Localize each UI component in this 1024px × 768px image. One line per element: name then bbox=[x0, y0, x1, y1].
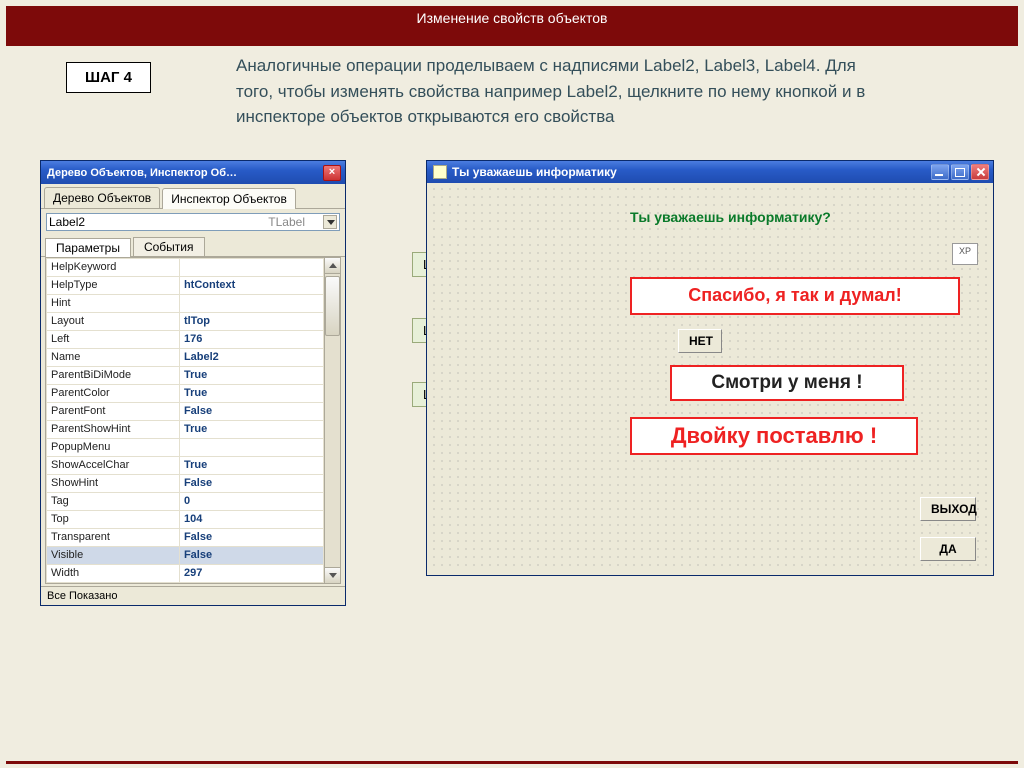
property-row[interactable]: HelpTypehtContext bbox=[47, 276, 324, 294]
form-titlebar[interactable]: Ты уважаешь информатику bbox=[427, 161, 993, 183]
property-value[interactable] bbox=[179, 258, 323, 276]
object-dropdown[interactable]: Label2 TLabel bbox=[46, 213, 340, 231]
form-designer-window: Ты уважаешь информатику Ты уважаешь инфо… bbox=[426, 160, 994, 576]
property-row[interactable]: ShowHintFalse bbox=[47, 474, 324, 492]
exit-button[interactable]: ВЫХОД bbox=[920, 497, 976, 521]
property-name: ParentColor bbox=[47, 384, 180, 402]
label4-two[interactable]: Двойку поставлю ! bbox=[630, 417, 918, 455]
inspector-status: Все Показано bbox=[41, 586, 345, 605]
property-row[interactable]: VisibleFalse bbox=[47, 546, 324, 564]
tab-parameters[interactable]: Параметры bbox=[45, 238, 131, 257]
property-value[interactable] bbox=[179, 438, 323, 456]
form-canvas[interactable]: Ты уважаешь информатику? XP Спасибо, я т… bbox=[430, 185, 990, 572]
scrollbar[interactable] bbox=[325, 257, 341, 584]
property-row[interactable]: ParentColorTrue bbox=[47, 384, 324, 402]
property-value[interactable]: tlTop bbox=[179, 312, 323, 330]
property-row[interactable]: Top104 bbox=[47, 510, 324, 528]
property-value[interactable]: 104 bbox=[179, 510, 323, 528]
property-name: ShowAccelChar bbox=[47, 456, 180, 474]
property-name: Hint bbox=[47, 294, 180, 312]
tab-object-inspector[interactable]: Инспектор Объектов bbox=[162, 188, 296, 209]
scroll-down-icon[interactable] bbox=[325, 567, 340, 583]
property-name: ParentBiDiMode bbox=[47, 366, 180, 384]
footer-border bbox=[6, 761, 1018, 764]
property-row[interactable]: ShowAccelCharTrue bbox=[47, 456, 324, 474]
property-row[interactable]: Width297 bbox=[47, 564, 324, 582]
property-name: Transparent bbox=[47, 528, 180, 546]
property-name: Top bbox=[47, 510, 180, 528]
inspector-window: Дерево Объектов, Инспектор Об… × Дерево … bbox=[40, 160, 346, 606]
property-value[interactable]: True bbox=[179, 420, 323, 438]
property-value[interactable]: True bbox=[179, 456, 323, 474]
property-name: Tag bbox=[47, 492, 180, 510]
property-value[interactable]: False bbox=[179, 546, 323, 564]
da-button[interactable]: ДА bbox=[920, 537, 976, 561]
property-name: ShowHint bbox=[47, 474, 180, 492]
property-row[interactable]: LayouttlTop bbox=[47, 312, 324, 330]
property-value[interactable]: htContext bbox=[179, 276, 323, 294]
chevron-down-icon[interactable] bbox=[323, 215, 337, 229]
property-row[interactable]: ParentShowHintTrue bbox=[47, 420, 324, 438]
property-row[interactable]: NameLabel2 bbox=[47, 348, 324, 366]
maximize-icon[interactable] bbox=[951, 164, 969, 180]
app-icon bbox=[433, 165, 447, 179]
tab-object-tree[interactable]: Дерево Объектов bbox=[44, 187, 160, 208]
property-row[interactable]: Left176 bbox=[47, 330, 324, 348]
property-row[interactable]: TransparentFalse bbox=[47, 528, 324, 546]
property-row[interactable]: ParentBiDiModeTrue bbox=[47, 366, 324, 384]
property-name: Visible bbox=[47, 546, 180, 564]
close-icon[interactable]: × bbox=[323, 165, 341, 181]
property-name: Name bbox=[47, 348, 180, 366]
form-title: Ты уважаешь информатику bbox=[452, 165, 929, 179]
property-value[interactable]: False bbox=[179, 474, 323, 492]
object-type: TLabel bbox=[268, 215, 305, 229]
property-value[interactable]: 297 bbox=[179, 564, 323, 582]
no-button[interactable]: НЕТ bbox=[678, 329, 722, 353]
close-icon[interactable] bbox=[971, 164, 989, 180]
property-name: ParentFont bbox=[47, 402, 180, 420]
step-badge: ШАГ 4 bbox=[66, 62, 151, 93]
property-row[interactable]: PopupMenu bbox=[47, 438, 324, 456]
property-row[interactable]: Tag0 bbox=[47, 492, 324, 510]
property-name: Layout bbox=[47, 312, 180, 330]
inspector-title: Дерево Объектов, Инспектор Об… bbox=[47, 167, 321, 179]
question-label[interactable]: Ты уважаешь информатику? bbox=[630, 209, 831, 225]
minimize-icon[interactable] bbox=[931, 164, 949, 180]
label2-thanks[interactable]: Спасибо, я так и думал! bbox=[630, 277, 960, 315]
property-value[interactable]: False bbox=[179, 402, 323, 420]
label3-watch[interactable]: Смотри у меня ! bbox=[670, 365, 904, 401]
property-name: HelpType bbox=[47, 276, 180, 294]
page-title: Изменение свойств объектов bbox=[6, 6, 1018, 46]
property-name: HelpKeyword bbox=[47, 258, 180, 276]
property-grid[interactable]: HelpKeywordHelpTypehtContextHintLayouttl… bbox=[45, 257, 325, 584]
object-name: Label2 bbox=[49, 215, 268, 229]
property-name: Width bbox=[47, 564, 180, 582]
property-name: PopupMenu bbox=[47, 438, 180, 456]
property-value[interactable]: True bbox=[179, 366, 323, 384]
property-value[interactable]: 176 bbox=[179, 330, 323, 348]
property-value[interactable]: Label2 bbox=[179, 348, 323, 366]
xp-panel[interactable]: XP bbox=[952, 243, 978, 265]
scroll-thumb[interactable] bbox=[325, 276, 340, 336]
tab-events[interactable]: События bbox=[133, 237, 205, 256]
property-value[interactable]: 0 bbox=[179, 492, 323, 510]
intro-text: Аналогичные операции проделываем с надпи… bbox=[236, 53, 896, 130]
property-row[interactable]: Hint bbox=[47, 294, 324, 312]
property-name: ParentShowHint bbox=[47, 420, 180, 438]
inspector-titlebar[interactable]: Дерево Объектов, Инспектор Об… × bbox=[41, 161, 345, 184]
property-value[interactable]: False bbox=[179, 528, 323, 546]
property-value[interactable]: True bbox=[179, 384, 323, 402]
property-value[interactable] bbox=[179, 294, 323, 312]
property-name: Left bbox=[47, 330, 180, 348]
property-row[interactable]: ParentFontFalse bbox=[47, 402, 324, 420]
scroll-up-icon[interactable] bbox=[325, 258, 340, 274]
property-row[interactable]: HelpKeyword bbox=[47, 258, 324, 276]
